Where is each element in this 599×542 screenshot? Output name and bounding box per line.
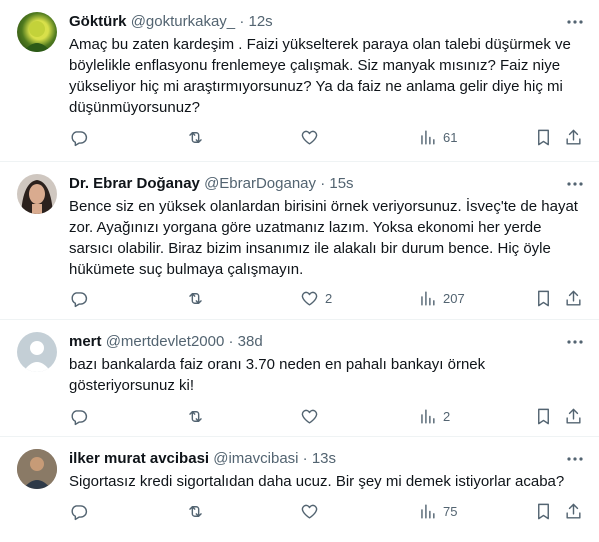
- author-handle[interactable]: @mertdevlet2000: [106, 333, 225, 350]
- tweet-actions: 61: [58, 121, 589, 153]
- tweet[interactable]: mert @mertdevlet2000 · 38d bazı bankalar…: [0, 320, 599, 437]
- reply-icon: [71, 504, 88, 520]
- separator-dot: ·: [228, 333, 234, 350]
- separator-dot: ·: [239, 13, 245, 30]
- share-icon: [566, 129, 581, 145]
- more-options-icon[interactable]: [565, 12, 585, 32]
- reply-icon: [71, 130, 88, 146]
- like-button[interactable]: [300, 121, 325, 153]
- retweet-icon: [189, 292, 202, 304]
- reply-icon: [71, 409, 88, 425]
- tweet-header: mert @mertdevlet2000 · 38d: [69, 332, 555, 352]
- tweet-actions: 2 207: [58, 282, 589, 314]
- reply-button[interactable]: [69, 282, 88, 314]
- separator-dot: ·: [320, 175, 326, 192]
- heart-icon: [301, 504, 318, 519]
- more-options-icon[interactable]: [565, 332, 585, 352]
- bookmark-button[interactable]: [534, 282, 553, 314]
- like-button[interactable]: [300, 400, 325, 432]
- bookmark-icon: [538, 129, 549, 145]
- reply-icon: [71, 291, 88, 307]
- view-count: 207: [443, 290, 465, 306]
- views-button[interactable]: 207: [418, 282, 465, 314]
- reply-button[interactable]: [69, 121, 88, 153]
- author-name[interactable]: ilker murat avcibasi: [69, 450, 209, 467]
- retweet-icon: [189, 131, 202, 143]
- retweet-button[interactable]: [186, 400, 205, 432]
- avatar-image: [23, 21, 51, 52]
- view-count: 2: [443, 408, 451, 424]
- more-options-icon[interactable]: [565, 449, 585, 469]
- timestamp[interactable]: 15s: [329, 175, 353, 192]
- tweet[interactable]: Dr. Ebrar Doğanay @EbrarDoganay · 15s Be…: [0, 162, 599, 320]
- reply-button[interactable]: [69, 400, 88, 432]
- author-name[interactable]: Göktürk: [69, 13, 127, 30]
- views-button[interactable]: 61: [418, 121, 457, 153]
- retweet-button[interactable]: [186, 495, 205, 527]
- author-handle[interactable]: @imavcibasi: [213, 450, 298, 467]
- avatar[interactable]: [17, 174, 57, 214]
- bookmark-button[interactable]: [534, 495, 553, 527]
- view-count: 61: [443, 129, 458, 145]
- author-handle[interactable]: @gokturkakay_: [131, 13, 235, 30]
- bookmark-button[interactable]: [534, 400, 553, 432]
- timestamp[interactable]: 13s: [312, 450, 336, 467]
- share-icon: [566, 408, 581, 424]
- retweet-button[interactable]: [186, 282, 205, 314]
- default-avatar-icon: [23, 341, 51, 372]
- avatar-image: [17, 449, 57, 489]
- author-name[interactable]: Dr. Ebrar Doğanay: [69, 175, 200, 192]
- retweet-button[interactable]: [186, 121, 205, 153]
- timestamp[interactable]: 38d: [238, 333, 263, 350]
- more-options-icon[interactable]: [565, 174, 585, 194]
- share-button[interactable]: [564, 282, 583, 314]
- heart-icon: [301, 130, 318, 145]
- heart-icon: [301, 291, 318, 306]
- avatar-image: [21, 180, 53, 214]
- tweet-text: Amaç bu zaten kardeşim . Faizi yükselter…: [69, 36, 571, 116]
- views-chart-icon: [421, 290, 435, 306]
- tweet-actions: 2: [58, 400, 589, 432]
- tweet-header: Göktürk @gokturkakay_ · 12s: [69, 12, 555, 32]
- views-button[interactable]: 75: [418, 495, 457, 527]
- share-button[interactable]: [564, 400, 583, 432]
- share-icon: [566, 503, 581, 519]
- views-chart-icon: [421, 129, 435, 145]
- bookmark-button[interactable]: [534, 121, 553, 153]
- tweet-text: bazı bankalarda faiz oranı 3.70 neden en…: [69, 356, 486, 394]
- view-count: 75: [443, 503, 458, 519]
- tweet-text: Sigortasız kredi sigortalıdan daha ucuz.…: [69, 473, 565, 490]
- timestamp[interactable]: 12s: [248, 13, 272, 30]
- tweet[interactable]: ilker murat avcibasi @imavcibasi · 13s S…: [0, 437, 599, 542]
- tweet-header: Dr. Ebrar Doğanay @EbrarDoganay · 15s: [69, 174, 555, 194]
- heart-icon: [301, 409, 318, 424]
- like-button[interactable]: [300, 495, 325, 527]
- reply-button[interactable]: [69, 495, 88, 527]
- share-icon: [566, 290, 581, 306]
- tweet-text: Bence siz en yüksek olanlardan birisini …: [69, 198, 578, 278]
- like-count: 2: [325, 290, 333, 306]
- views-chart-icon: [421, 408, 435, 424]
- tweet[interactable]: Göktürk @gokturkakay_ · 12s Amaç bu zate…: [0, 0, 599, 162]
- share-button[interactable]: [564, 121, 583, 153]
- author-handle[interactable]: @EbrarDoganay: [204, 175, 316, 192]
- avatar[interactable]: [17, 332, 57, 372]
- bookmark-icon: [538, 290, 549, 306]
- author-name[interactable]: mert: [69, 333, 102, 350]
- retweet-icon: [189, 410, 202, 422]
- views-chart-icon: [421, 503, 435, 519]
- views-button[interactable]: 2: [418, 400, 450, 432]
- like-button[interactable]: 2: [300, 282, 332, 314]
- bookmark-icon: [538, 408, 549, 424]
- avatar[interactable]: [17, 449, 57, 489]
- retweet-icon: [189, 505, 202, 517]
- separator-dot: ·: [302, 450, 308, 467]
- tweet-actions: 75: [58, 495, 589, 527]
- avatar[interactable]: [17, 12, 57, 52]
- tweet-header: ilker murat avcibasi @imavcibasi · 13s: [69, 449, 555, 469]
- share-button[interactable]: [564, 495, 583, 527]
- bookmark-icon: [538, 503, 549, 519]
